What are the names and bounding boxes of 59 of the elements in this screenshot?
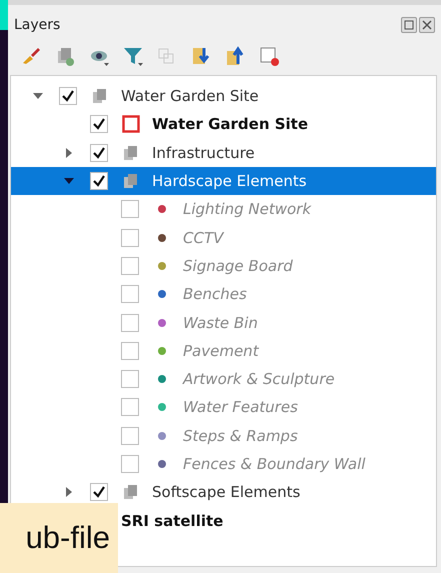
remove-layer-icon[interactable]: [258, 45, 280, 67]
layer-name: Water Garden Site: [121, 87, 259, 106]
caption-tooltip: ub-file: [0, 503, 118, 573]
checkbox[interactable]: [121, 256, 139, 275]
layer-row[interactable]: Benches: [11, 280, 436, 308]
layer-row[interactable]: Water Features: [11, 393, 436, 422]
layer-name: Hardscape Elements: [152, 172, 307, 190]
checkbox[interactable]: [90, 172, 108, 190]
checkbox[interactable]: [121, 314, 139, 332]
float-icon: [404, 20, 414, 30]
layer-name: Steps & Ramps: [183, 426, 298, 445]
layer-row[interactable]: Infrastructure: [11, 138, 436, 167]
layer-row[interactable]: Artwork & Sculpture: [11, 364, 436, 394]
checkbox[interactable]: [90, 483, 108, 502]
layer-name: SRI satellite: [121, 512, 224, 530]
layer-name: CCTV: [183, 228, 224, 247]
checkbox[interactable]: [90, 115, 108, 134]
expand-all-icon[interactable]: [190, 45, 212, 67]
checkbox[interactable]: [121, 426, 139, 445]
checkbox[interactable]: [121, 455, 139, 473]
layer-name: Benches: [183, 285, 247, 304]
checkbox[interactable]: [121, 285, 139, 304]
collapse-all-icon[interactable]: [224, 45, 246, 67]
layer-row[interactable]: Fences & Boundary Wall: [11, 450, 436, 478]
filter-icon[interactable]: [122, 45, 144, 67]
layer-name: Artwork & Sculpture: [183, 370, 335, 388]
layer-row[interactable]: Waste Bin: [11, 308, 436, 337]
layer-name: Fences & Boundary Wall: [183, 455, 366, 473]
float-button[interactable]: [401, 17, 417, 33]
layer-group-icon: [91, 87, 109, 106]
layer-name: Infrastructure: [152, 144, 255, 162]
checkbox[interactable]: [90, 144, 108, 162]
layer-name: Softscape Elements: [152, 483, 300, 502]
layer-row[interactable]: CCTV: [11, 223, 436, 252]
layer-row[interactable]: Signage Board: [11, 252, 436, 280]
layer-name: Signage Board: [183, 256, 293, 275]
checkbox[interactable]: [121, 398, 139, 416]
layer-group-icon: [122, 483, 140, 502]
layer-name: Pavement: [183, 342, 259, 360]
layer-row[interactable]: Lighting Network: [11, 195, 436, 224]
panel-title: Layers: [14, 17, 60, 33]
layer-group-icon: [122, 172, 140, 190]
layer-name: Waste Bin: [183, 314, 258, 332]
checkbox[interactable]: [121, 200, 139, 218]
close-icon: [422, 20, 432, 30]
layer-row[interactable]: Hardscape Elements: [11, 166, 436, 196]
layer-group-icon: [122, 144, 140, 162]
checkbox[interactable]: [121, 370, 139, 388]
layer-row[interactable]: Water Garden Site: [11, 82, 436, 110]
layer-row[interactable]: Pavement: [11, 336, 436, 365]
checkbox[interactable]: [121, 228, 139, 247]
layer-name: Water Features: [183, 398, 298, 416]
layer-name: Lighting Network: [183, 200, 312, 218]
layer-row[interactable]: Steps & Ramps: [11, 422, 436, 450]
layer-name: Water Garden Site: [152, 115, 308, 134]
close-button[interactable]: [419, 17, 435, 33]
checkbox[interactable]: [59, 87, 77, 106]
layer-row[interactable]: Water Garden Site: [11, 110, 436, 139]
checkbox[interactable]: [121, 342, 139, 360]
